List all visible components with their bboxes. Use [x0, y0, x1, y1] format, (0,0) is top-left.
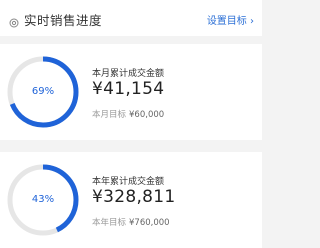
target-value: ¥60,000: [129, 110, 165, 120]
target-label: 本月目标: [92, 110, 127, 120]
amount-label: 本月累计成交金额: [92, 69, 165, 79]
target-label: 本年目标: [92, 218, 127, 228]
target-line: 本月目标 ¥60,000: [92, 108, 164, 120]
page-title: 实时销售进度: [24, 13, 103, 28]
progress-percent: 43%: [31, 194, 55, 205]
progress-ring: 69%: [5, 54, 81, 130]
progress-ring: 43%: [5, 162, 81, 238]
amount-value: ¥41,154: [92, 79, 165, 99]
target-value: ¥760,000: [129, 218, 170, 228]
header-bar: 实时销售进度 设置目标 ›: [0, 0, 262, 36]
progress-icon: [9, 13, 19, 28]
monthly-sales-card: 69% 本月累计成交金额 ¥41,154 本月目标 ¥60,000: [0, 44, 262, 140]
target-line: 本年目标 ¥760,000: [92, 216, 170, 228]
set-target-link[interactable]: 设置目标 ›: [207, 12, 254, 27]
amount-label: 本年累计成交金额: [92, 177, 165, 187]
yearly-sales-card: 43% 本年累计成交金额 ¥328,811 本年目标 ¥760,000: [0, 152, 262, 248]
progress-percent: 69%: [31, 86, 55, 97]
amount-value: ¥328,811: [92, 187, 176, 207]
